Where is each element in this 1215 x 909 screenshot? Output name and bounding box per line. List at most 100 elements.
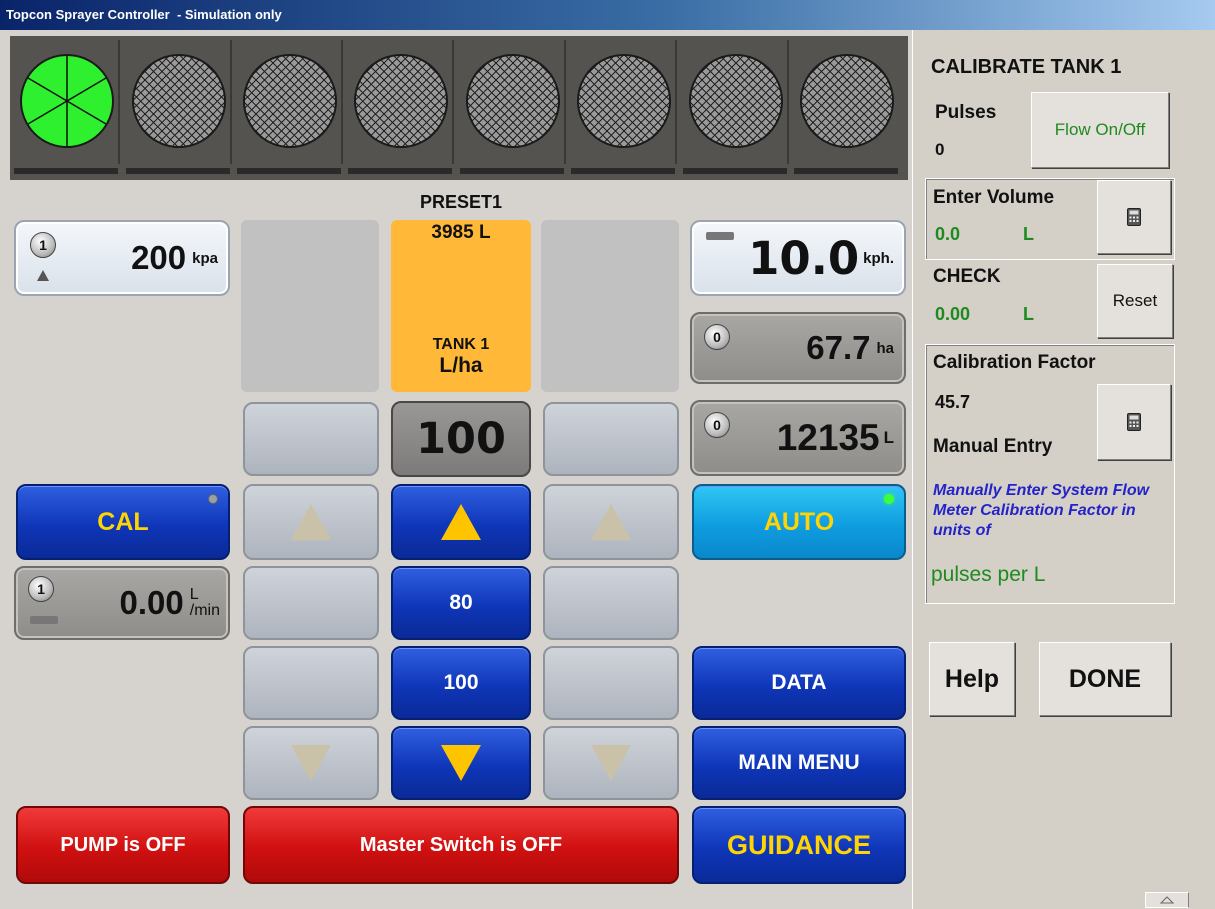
target-rate-display[interactable]: 100 — [391, 401, 531, 477]
calibration-factor-value: 45.7 — [935, 392, 971, 412]
auto-button[interactable]: AUTO — [692, 484, 906, 560]
section-bar — [126, 168, 230, 174]
decrease-right-button[interactable] — [543, 726, 679, 800]
app-window: Topcon Sprayer Controller - Simulation o… — [0, 0, 1215, 909]
speed-indicator — [706, 232, 734, 240]
preset-slot-right-2 — [543, 646, 679, 720]
up-arrow-icon — [291, 504, 331, 540]
pressure-unit: kpa — [192, 249, 218, 267]
pulses-label: Pulses — [935, 102, 997, 123]
check-label: CHECK — [933, 266, 1001, 287]
done-button[interactable]: DONE — [1039, 642, 1171, 716]
tank-name: TANK 1 — [432, 336, 490, 353]
cal-button[interactable]: CAL — [16, 484, 230, 560]
manual-entry-label: Manual Entry — [933, 436, 1053, 457]
flow-knob-icon: 1 — [28, 576, 54, 602]
section-indicator-off — [689, 54, 783, 148]
pump-button[interactable]: PUMP is OFF — [16, 806, 230, 884]
pressure-value: 200 — [131, 239, 187, 276]
check-unit: L — [1023, 304, 1034, 324]
area-unit: ha — [876, 339, 894, 357]
speed-readout[interactable]: 10.0 kph. — [690, 220, 906, 296]
tank-volume: 3985 L — [431, 222, 491, 243]
boom-section-6[interactable] — [571, 40, 677, 174]
increase-rate-button[interactable] — [391, 484, 531, 560]
section-bar — [571, 168, 675, 174]
volume-readout[interactable]: 0 12135 L — [690, 400, 906, 476]
down-arrow-icon — [441, 745, 481, 781]
section-bar — [794, 168, 898, 174]
preset-rate-80-button[interactable]: 80 — [391, 566, 531, 640]
guidance-button[interactable]: GUIDANCE — [692, 806, 906, 884]
flow-indicator — [30, 616, 58, 624]
panel-heading: CALIBRATE TANK 1 — [931, 56, 1122, 78]
section-bar — [237, 168, 341, 174]
cal-lamp-icon — [208, 494, 218, 504]
main-menu-button[interactable]: MAIN MENU — [692, 726, 906, 800]
calculator-icon — [1127, 208, 1141, 226]
decrease-left-button[interactable] — [243, 726, 379, 800]
down-arrow-icon — [291, 745, 331, 781]
reset-button[interactable]: Reset — [1097, 264, 1173, 338]
up-arrow-icon — [591, 504, 631, 540]
section-indicator-off — [132, 54, 226, 148]
scroll-up-button[interactable] — [1145, 892, 1189, 908]
up-arrow-icon — [37, 270, 49, 281]
master-switch-button[interactable]: Master Switch is OFF — [243, 806, 679, 884]
rate-slot-left — [243, 402, 379, 476]
flow-readout[interactable]: 1 0.00 L /min — [14, 566, 230, 640]
tank-slot-right — [541, 220, 679, 392]
boom-section-5[interactable] — [460, 40, 566, 174]
cal-label: CAL — [97, 507, 149, 536]
help-button[interactable]: Help — [929, 642, 1015, 716]
preset-label: PRESET1 — [419, 192, 503, 212]
area-readout[interactable]: 0 67.7 ha — [690, 312, 906, 384]
auto-lamp-icon — [884, 494, 894, 504]
calibration-panel: CALIBRATE TANK 1 Pulses 0 Flow On/Off En… — [912, 30, 1215, 909]
calibration-calculator-button[interactable] — [1097, 384, 1171, 460]
data-button[interactable]: DATA — [692, 646, 906, 720]
flow-unit-top: L — [189, 586, 199, 603]
area-value: 67.7 — [806, 329, 871, 366]
flow-unit-bottom: /min — [189, 602, 220, 619]
flow-value: 0.00 — [119, 584, 184, 621]
volume-value: 12135 — [776, 417, 880, 458]
boom-section-7[interactable] — [683, 40, 789, 174]
auto-label: AUTO — [763, 507, 835, 536]
decrease-rate-button[interactable] — [391, 726, 531, 800]
tank-1-gauge[interactable]: 3985 L TANK 1 L/ha — [391, 220, 531, 392]
pressure-readout[interactable]: 1 200 kpa — [14, 220, 230, 296]
check-value: 0.00 — [935, 304, 971, 324]
section-indicator-off — [466, 54, 560, 148]
pulses-value: 0 — [935, 140, 945, 159]
preset-rate-100-button[interactable]: 100 — [391, 646, 531, 720]
boom-section-2[interactable] — [126, 40, 232, 174]
up-arrow-icon — [441, 504, 481, 540]
volume-knob-icon: 0 — [704, 412, 730, 438]
boom-sections — [10, 36, 908, 180]
down-arrow-icon — [591, 745, 631, 781]
calibration-hint: Manually Enter System Flow Meter Calibra… — [933, 482, 1150, 539]
boom-section-3[interactable] — [237, 40, 343, 174]
increase-left-button[interactable] — [243, 484, 379, 560]
section-indicator-off — [800, 54, 894, 148]
boom-section-8[interactable] — [794, 40, 900, 174]
section-indicator-off — [354, 54, 448, 148]
section-indicator-off — [243, 54, 337, 148]
enter-volume-label: Enter Volume — [933, 187, 1055, 208]
boom-section-4[interactable] — [348, 40, 454, 174]
area-knob-icon: 0 — [704, 324, 730, 350]
preset-slot-left-1 — [243, 566, 379, 640]
main-console: 1 200 kpa PRESET1 3985 L TANK 1 L/ha 10.… — [0, 30, 912, 909]
boom-section-1[interactable] — [14, 40, 120, 174]
calibration-factor-label: Calibration Factor — [933, 352, 1096, 373]
flow-on-off-button[interactable]: Flow On/Off — [1031, 92, 1169, 168]
pressure-knob-icon: 1 — [30, 232, 56, 258]
speed-value: 10.0 — [748, 231, 860, 285]
increase-right-button[interactable] — [543, 484, 679, 560]
enter-volume-calculator-button[interactable] — [1097, 180, 1171, 254]
window-title: Topcon Sprayer Controller - Simulation o… — [0, 0, 1215, 30]
scroll-up-icon — [1160, 896, 1174, 904]
section-bar — [14, 168, 118, 174]
tank-slot-left — [241, 220, 379, 392]
